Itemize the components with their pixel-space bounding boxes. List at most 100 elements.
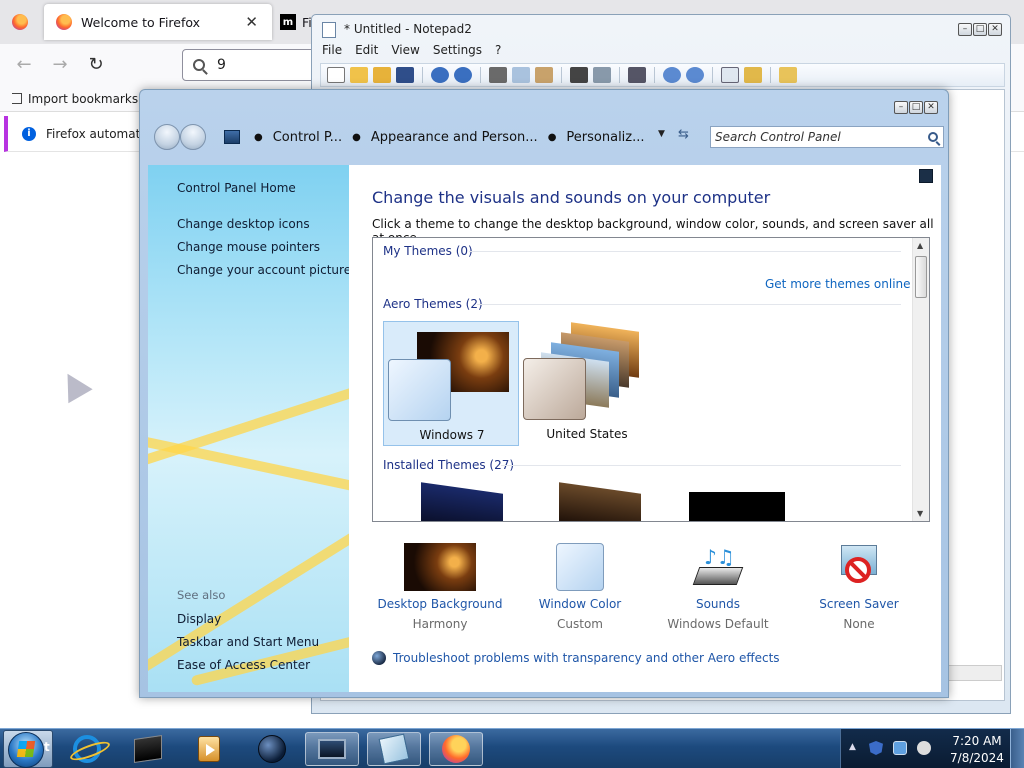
menu-file[interactable]: File — [322, 43, 342, 57]
search-icon — [193, 59, 205, 71]
breadcrumb-personalization[interactable]: Personaliz... — [566, 130, 644, 145]
shield-icon[interactable] — [869, 741, 883, 755]
start-button[interactable]: t — [3, 730, 53, 768]
reload-icon[interactable]: ↻ — [84, 52, 108, 76]
scroll-up-icon[interactable]: ▲ — [917, 241, 923, 250]
theme-united-states[interactable]: United States — [519, 321, 655, 446]
theme-wallpaper-thumbnail[interactable] — [421, 482, 503, 521]
menu-edit[interactable]: Edit — [355, 43, 378, 57]
search-icon[interactable] — [928, 132, 938, 142]
breadcrumb-control-panel[interactable]: Control P... — [273, 130, 342, 145]
theme-wallpaper-thumbnail[interactable] — [559, 482, 641, 521]
get-more-themes-link[interactable]: Get more themes online — [765, 277, 911, 291]
tab-title: Welcome to Firefox — [81, 14, 201, 30]
minimize-icon[interactable]: – — [958, 23, 972, 36]
ease-of-access-link[interactable]: Ease of Access Center — [177, 658, 310, 672]
copy-icon[interactable] — [512, 67, 530, 83]
show-desktop-button[interactable] — [1010, 729, 1024, 768]
maximize-icon[interactable]: □ — [909, 101, 923, 114]
taskbar-firefox[interactable] — [429, 732, 483, 766]
schemes-icon[interactable] — [721, 67, 739, 83]
taskbar-command-prompt[interactable] — [121, 732, 175, 766]
zoom-in-icon[interactable] — [663, 67, 681, 83]
desktop-background-setting[interactable]: Desktop Background Harmony — [370, 543, 510, 631]
find-icon[interactable] — [570, 67, 588, 83]
zoom-out-icon[interactable] — [686, 67, 704, 83]
control-panel-home-link[interactable]: Control Panel Home — [177, 181, 296, 195]
firefox-tab-welcome[interactable]: Welcome to Firefox ✕ — [44, 4, 272, 40]
troubleshoot-text: Troubleshoot problems with transparency … — [393, 651, 780, 665]
window-color-setting[interactable]: Window Color Custom — [510, 543, 650, 631]
taskbar-notepad2[interactable] — [367, 732, 421, 766]
customize-icon[interactable] — [744, 67, 762, 83]
group-divider — [469, 251, 901, 252]
open-folder-icon[interactable] — [350, 67, 368, 83]
chevron-down-icon[interactable]: ▼ — [658, 129, 665, 139]
exit-icon[interactable] — [779, 67, 797, 83]
screen-saver-setting[interactable]: Screen Saver None — [789, 543, 929, 631]
windows-logo-icon — [16, 741, 36, 757]
taskbar-start-menu-link[interactable]: Taskbar and Start Menu — [177, 635, 319, 649]
search-input[interactable]: Search Control Panel — [710, 126, 944, 148]
close-icon[interactable]: ✕ — [924, 101, 938, 114]
change-mouse-pointers-link[interactable]: Change mouse pointers — [177, 240, 320, 254]
change-account-picture-link[interactable]: Change your account picture — [177, 263, 349, 277]
back-icon[interactable]: ← — [12, 52, 36, 76]
close-icon[interactable]: ✕ — [988, 23, 1002, 36]
theme-wallpaper-thumbnail[interactable] — [689, 492, 785, 521]
url-bar[interactable]: 9 — [182, 49, 322, 81]
minimize-icon[interactable]: – — [894, 101, 908, 114]
taskbar-personalization[interactable] — [305, 732, 359, 766]
word-wrap-icon[interactable] — [628, 67, 646, 83]
replace-icon[interactable] — [593, 67, 611, 83]
change-desktop-icons-link[interactable]: Change desktop icons — [177, 217, 310, 231]
forward-icon[interactable]: → — [48, 52, 72, 76]
browse-icon[interactable] — [373, 67, 391, 83]
firefox-icon — [56, 14, 72, 30]
close-icon[interactable]: ✕ — [245, 13, 258, 31]
help-icon[interactable] — [919, 169, 933, 183]
volume-icon[interactable] — [917, 741, 931, 755]
refresh-icon[interactable]: ⇆ — [678, 127, 689, 142]
scroll-thumb[interactable] — [915, 256, 927, 298]
save-icon[interactable] — [396, 67, 414, 83]
back-icon[interactable] — [154, 124, 180, 150]
themes-list[interactable]: My Themes (0) Get more themes online Aer… — [372, 237, 930, 522]
scroll-down-icon[interactable]: ▼ — [917, 509, 923, 518]
menu-help[interactable]: ? — [495, 43, 501, 57]
taskbar-media-player[interactable] — [182, 732, 236, 766]
clock[interactable]: 7:20 AM 7/8/2024 — [947, 733, 1007, 767]
show-hidden-icons-icon[interactable]: ▲ — [849, 742, 856, 752]
taskbar: t ▲ 7:20 AM 7/8/2024 — [0, 728, 1024, 768]
horizontal-scrollbar[interactable] — [942, 665, 1002, 681]
globe-icon — [372, 651, 386, 665]
menu-view[interactable]: View — [391, 43, 419, 57]
forward-icon[interactable] — [180, 124, 206, 150]
vertical-scrollbar[interactable]: ▲ ▼ — [912, 238, 929, 521]
troubleshoot-link[interactable]: Troubleshoot problems with transparency … — [372, 651, 780, 665]
cp-caption-buttons: – □ ✕ — [894, 101, 938, 114]
setting-value: Harmony — [412, 617, 468, 631]
theme-windows-7[interactable]: Windows 7 — [383, 321, 519, 446]
menu-settings[interactable]: Settings — [433, 43, 482, 57]
notepad-caption-buttons: – □ ✕ — [958, 23, 1002, 36]
import-bookmarks-link[interactable]: Import bookmarks... — [28, 92, 150, 106]
sounds-setting[interactable]: ♪♫ Sounds Windows Default — [648, 543, 788, 631]
display-link[interactable]: Display — [177, 612, 221, 626]
undo-icon[interactable] — [431, 67, 449, 83]
network-icon[interactable] — [893, 741, 907, 755]
breadcrumb-separator: ● — [547, 131, 557, 143]
breadcrumb-appearance[interactable]: Appearance and Person... — [371, 130, 538, 145]
firefox-tab-pinned[interactable] — [0, 0, 40, 44]
toolbar-separator — [712, 67, 713, 83]
taskbar-network[interactable] — [245, 732, 299, 766]
page-title: Change the visuals and sounds on your co… — [372, 188, 771, 207]
group-aero-themes: Aero Themes (2) — [383, 297, 483, 311]
maximize-icon[interactable]: □ — [973, 23, 987, 36]
taskbar-internet-explorer[interactable] — [60, 732, 114, 766]
paste-icon[interactable] — [535, 67, 553, 83]
redo-icon[interactable] — [454, 67, 472, 83]
new-file-icon[interactable] — [327, 67, 345, 83]
toolbar-separator — [654, 67, 655, 83]
cut-icon[interactable] — [489, 67, 507, 83]
